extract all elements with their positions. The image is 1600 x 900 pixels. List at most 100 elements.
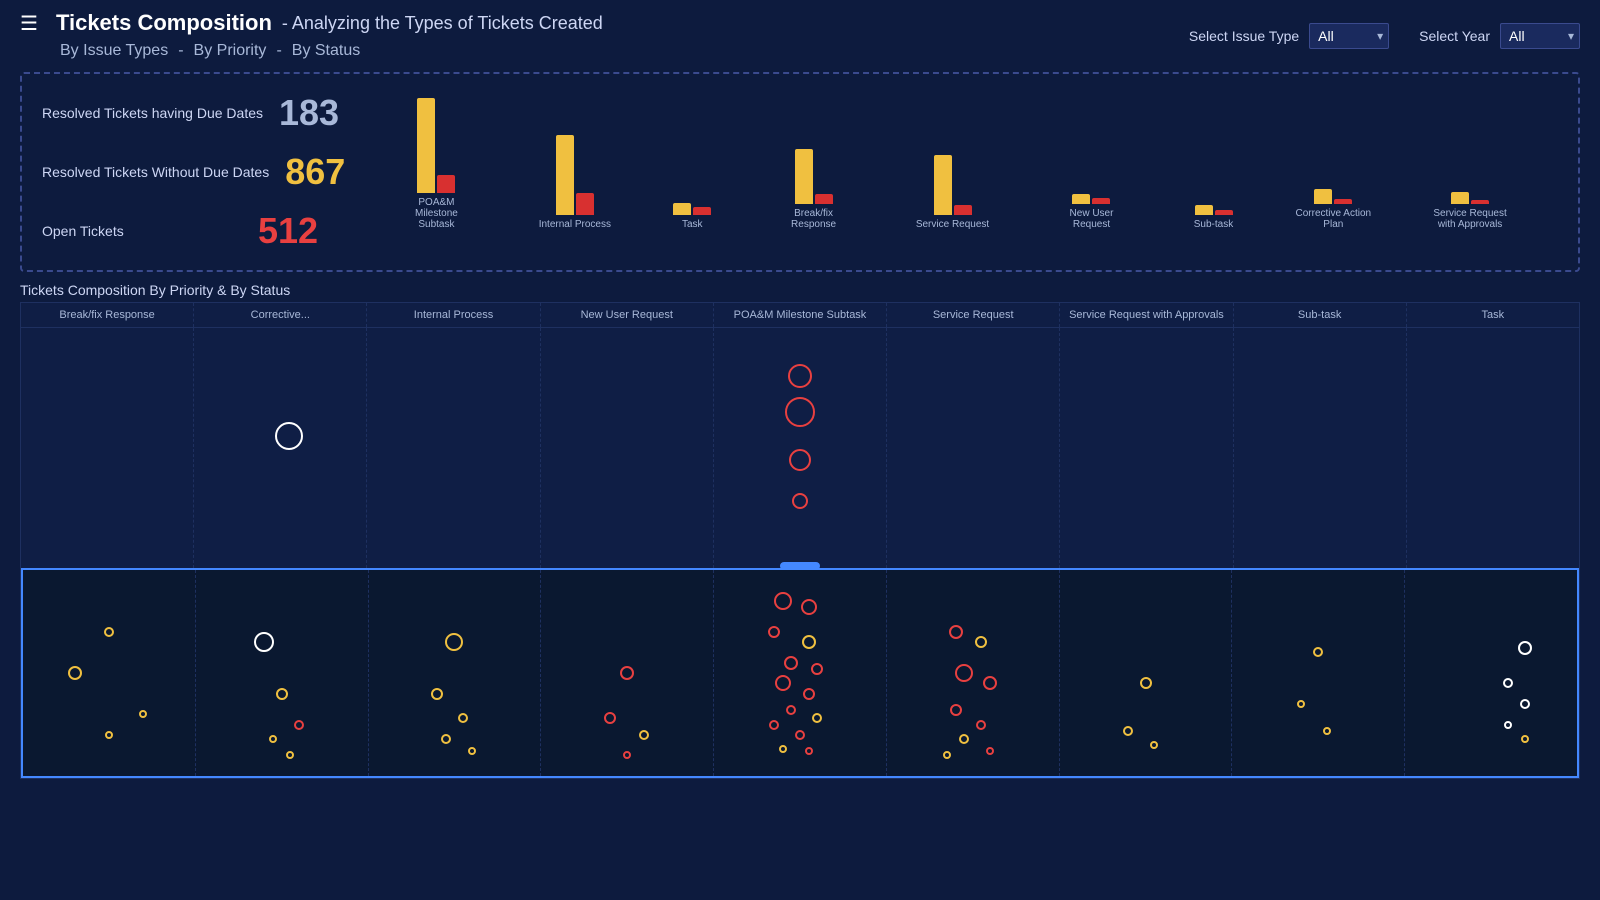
bubble-col-lower	[1232, 570, 1405, 776]
chart-section-title: Tickets Composition By Priority & By Sta…	[20, 282, 1580, 298]
bubble-col-lower	[541, 570, 714, 776]
bar-label: Service Request	[916, 219, 989, 230]
gold-bar	[673, 203, 691, 215]
summary-bar-chart: POA&M Milestone SubtaskInternal ProcessT…	[345, 84, 1558, 260]
bubble	[1504, 721, 1512, 729]
bubble	[788, 364, 812, 388]
red-bar	[1471, 200, 1489, 204]
summary-stats: Resolved Tickets having Due Dates 183 Re…	[42, 84, 345, 260]
bubble	[254, 632, 274, 652]
bubble	[986, 747, 994, 755]
bubble	[445, 633, 463, 651]
bubble-col-upper	[541, 328, 714, 568]
bar-label: Break/fix Response	[774, 208, 854, 230]
red-bar	[1334, 199, 1352, 204]
tab-by-priority[interactable]: By Priority	[190, 40, 271, 62]
bubble-col-lower	[196, 570, 369, 776]
col-header: Break/fix Response	[21, 303, 194, 327]
header: ☰ Tickets Composition - Analyzing the Ty…	[0, 0, 1600, 62]
bubble	[639, 730, 649, 740]
bar-label: Sub-task	[1194, 219, 1233, 230]
bubble-col-upper	[887, 328, 1060, 568]
nav-sep-2: -	[276, 42, 281, 60]
bar-pair	[1195, 205, 1233, 215]
bubble-chart: Break/fix ResponseCorrective...Internal …	[20, 302, 1580, 779]
summary-section: Resolved Tickets having Due Dates 183 Re…	[20, 72, 1580, 272]
bubble	[468, 747, 476, 755]
bubble	[269, 735, 277, 743]
bubble-col-upper	[21, 328, 194, 568]
red-bar	[1215, 210, 1233, 215]
nav-tabs: By Issue Types - By Priority - By Status	[56, 40, 603, 62]
bubble-col-lower	[1405, 570, 1577, 776]
bubble	[768, 626, 780, 638]
bubble	[458, 713, 468, 723]
bar-label: Corrective Action Plan	[1296, 208, 1372, 230]
gold-bar	[795, 149, 813, 204]
bubble	[976, 720, 986, 730]
chart-section: Tickets Composition By Priority & By Sta…	[20, 282, 1580, 779]
bar-group: Task	[673, 203, 711, 230]
bar-group: Sub-task	[1194, 205, 1233, 230]
bubble	[1520, 699, 1530, 709]
bubble	[1297, 700, 1305, 708]
gold-bar	[556, 135, 574, 215]
bubble	[604, 712, 616, 724]
col-header: Task	[1407, 303, 1579, 327]
gold-bar	[934, 155, 952, 215]
red-bar	[1092, 198, 1110, 204]
stat-label-resolved-without-dates: Resolved Tickets Without Due Dates	[42, 164, 269, 180]
bubble-col-lower	[23, 570, 196, 776]
bubble	[441, 734, 451, 744]
stat-row-resolved-with-dates: Resolved Tickets having Due Dates 183	[42, 92, 345, 134]
gold-bar	[1451, 192, 1469, 204]
bar-pair	[1451, 192, 1489, 204]
col-header: Service Request	[887, 303, 1060, 327]
issue-type-label: Select Issue Type	[1189, 28, 1299, 44]
bubble	[943, 751, 951, 759]
bubble	[275, 422, 303, 450]
gold-bar	[1195, 205, 1213, 215]
bubble	[294, 720, 304, 730]
hamburger-icon[interactable]: ☰	[20, 11, 38, 36]
bubble	[769, 720, 779, 730]
year-label: Select Year	[1419, 28, 1490, 44]
bubble	[1140, 677, 1152, 689]
bubble	[105, 731, 113, 739]
year-select[interactable]: All 2021 2022 2023	[1500, 23, 1580, 49]
bubble-col-upper	[1234, 328, 1407, 568]
bubble-col-lower	[1060, 570, 1233, 776]
bubble	[784, 656, 798, 670]
bar-group: Break/fix Response	[774, 149, 854, 230]
issue-type-select[interactable]: All Bug Task Story	[1309, 23, 1389, 49]
bubble	[286, 751, 294, 759]
red-bar	[693, 207, 711, 215]
bar-group: New User Request	[1051, 194, 1131, 230]
bubble	[1518, 641, 1532, 655]
bubble	[812, 713, 822, 723]
bubble	[775, 675, 791, 691]
col-header: Sub-task	[1234, 303, 1407, 327]
bar-pair	[556, 135, 594, 215]
red-bar	[437, 175, 455, 193]
bubble	[786, 705, 796, 715]
bubble	[789, 449, 811, 471]
red-bar	[576, 193, 594, 215]
bubble-chart-lower	[21, 568, 1579, 778]
red-bar	[815, 194, 833, 204]
bubble	[811, 663, 823, 675]
bubble	[620, 666, 634, 680]
page-subtitle: - Analyzing the Types of Tickets Created	[282, 13, 603, 34]
year-select-wrapper: All 2021 2022 2023	[1500, 23, 1580, 49]
bubble-col-lower	[369, 570, 542, 776]
bubble	[805, 747, 813, 755]
bubble	[795, 730, 805, 740]
bar-pair	[934, 155, 972, 215]
bubble-col-lower	[714, 570, 887, 776]
tab-by-issue-types[interactable]: By Issue Types	[56, 40, 172, 62]
tab-by-status[interactable]: By Status	[288, 40, 364, 62]
bubble	[1150, 741, 1158, 749]
bubble	[801, 599, 817, 615]
bubble	[431, 688, 443, 700]
bubble	[1521, 735, 1529, 743]
